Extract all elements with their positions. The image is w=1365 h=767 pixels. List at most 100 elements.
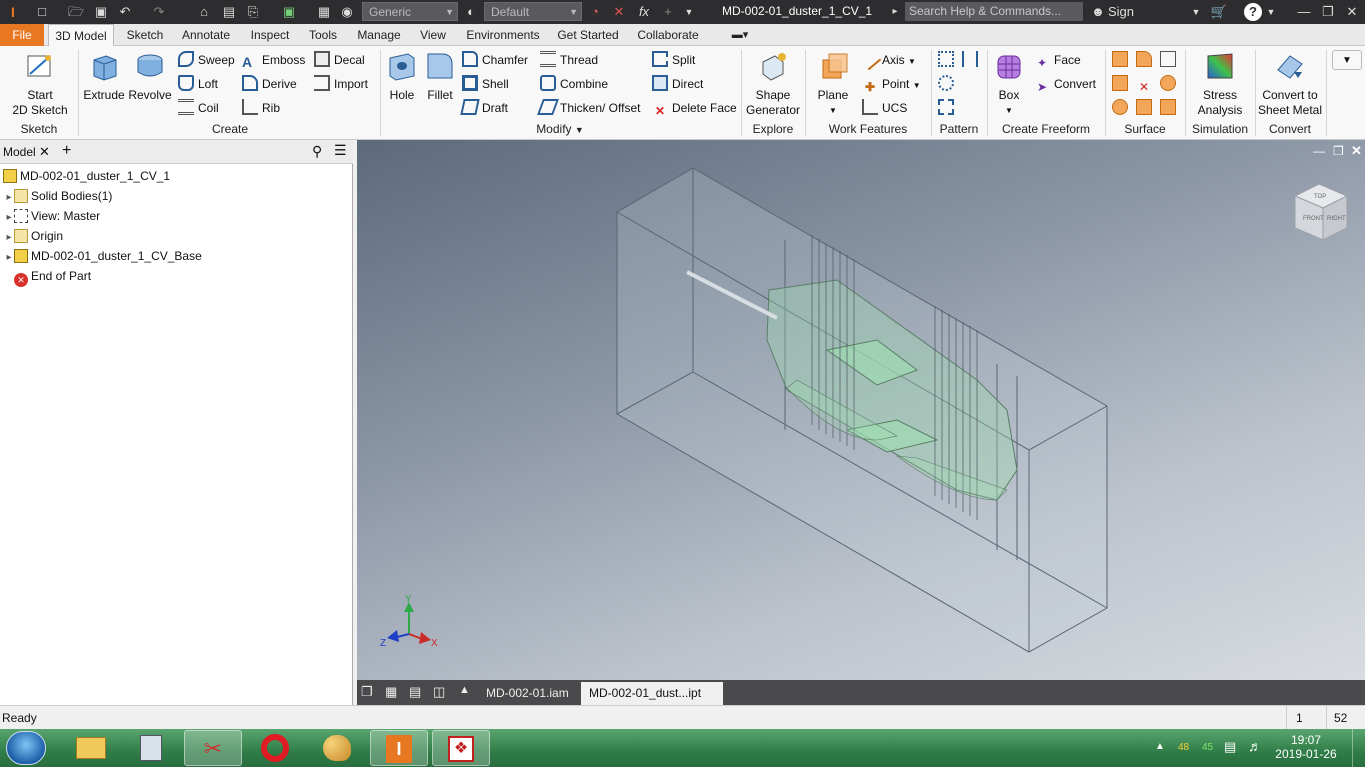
add-tab-icon[interactable]: + (62, 142, 71, 160)
start-button[interactable] (6, 731, 46, 765)
thread-button[interactable]: Thread (540, 50, 598, 70)
taskbar-calculator[interactable] (122, 730, 180, 766)
sketch-pattern-button[interactable] (938, 98, 958, 118)
tab-3d-model[interactable]: 3D Model (48, 24, 114, 47)
app-logo-icon[interactable]: I (2, 3, 24, 21)
cascade-windows-icon[interactable]: ❐ (361, 684, 373, 700)
coil-button[interactable]: Coil (178, 98, 219, 118)
tab-inspect[interactable]: Inspect (243, 24, 297, 46)
shape-generator-button[interactable]: Shape Generator (744, 50, 802, 118)
expand-arrow-icon[interactable]: ▸ (4, 208, 14, 228)
tree-item-origin[interactable]: ▸ Origin (4, 226, 63, 246)
save-icon[interactable]: ▣ (92, 3, 110, 21)
thicken-offset-button[interactable]: Thicken/ Offset (537, 98, 640, 118)
stress-analysis-button[interactable]: Stress Analysis (1188, 50, 1252, 118)
material-dropdown[interactable]: Generic ▼ (362, 2, 458, 21)
tab-tools[interactable]: Tools (302, 24, 344, 46)
parameters-fx-icon[interactable]: fx (634, 3, 654, 21)
tile-windows-icon[interactable]: ▦ (385, 684, 397, 700)
axis-button[interactable]: Axis ▼ (858, 47, 916, 71)
tree-item-base-part[interactable]: ▸ MD-002-01_duster_1_CV_Base (4, 246, 202, 266)
model-view[interactable]: FRONT RIGHT TOP Y X Z (357, 140, 1365, 680)
chevron-right-icon[interactable]: ▸ (890, 3, 900, 21)
direct-button[interactable]: Direct (652, 74, 703, 94)
surface-stitch-button[interactable] (1112, 50, 1132, 70)
panel-title-modify[interactable]: Modify ▼ (380, 122, 740, 136)
clock[interactable]: 19:07 2019-01-26 (1274, 733, 1338, 761)
undo-icon[interactable]: ↶ (116, 3, 134, 21)
taskbar-opera[interactable] (246, 730, 304, 766)
sweep-button[interactable]: Sweep (178, 50, 235, 70)
open-documents-menu-icon[interactable]: ▲ (459, 684, 470, 696)
viewport-minimize-icon[interactable]: — (1313, 144, 1325, 158)
freeform-face-button[interactable]: ✦ Face (1034, 50, 1081, 70)
combine-button[interactable]: Combine (540, 74, 608, 94)
show-desktop-button[interactable] (1352, 729, 1365, 767)
open-folder-icon[interactable]: 🗁 (66, 3, 86, 21)
network-icon[interactable]: ▤ (1224, 739, 1236, 755)
close-icon[interactable]: ✕ (39, 144, 50, 160)
clear-appearance-icon[interactable]: ✕ (610, 3, 628, 21)
tab-manage[interactable]: Manage (350, 24, 408, 46)
split-button[interactable]: Split (652, 50, 695, 70)
rectangular-pattern-button[interactable] (938, 50, 958, 70)
surface-fit-button[interactable] (1160, 98, 1180, 118)
add-icon[interactable]: + (660, 3, 676, 21)
tree-item-end-of-part[interactable]: ✕ End of Part (4, 266, 91, 287)
tab-file[interactable]: File (0, 24, 44, 46)
tree-item-solid-bodies[interactable]: ▸ Solid Bodies(1) (4, 186, 112, 206)
chevron-down-icon[interactable]: ▼ (1190, 3, 1202, 21)
surface-repair-button[interactable] (1136, 98, 1156, 118)
redo-icon[interactable]: ↷ (150, 3, 168, 21)
expand-arrow-icon[interactable]: ▸ (4, 228, 14, 248)
taskbar-snipping[interactable]: ✂ (184, 730, 242, 766)
surface-ruled-button[interactable] (1112, 98, 1132, 118)
tab-environments[interactable]: Environments (458, 24, 548, 46)
viewport-close-icon[interactable]: ✕ (1351, 143, 1362, 159)
doc-tab-assembly[interactable]: MD-002-01.iam (478, 682, 577, 705)
graphics-viewport[interactable]: FRONT RIGHT TOP Y X Z — ❐ ✕ (357, 140, 1365, 680)
revolve-button[interactable]: Revolve (127, 50, 173, 103)
fillet-button[interactable]: Fillet (422, 50, 458, 103)
tab-view[interactable]: View (414, 24, 452, 46)
tab-annotate[interactable]: Annotate (175, 24, 237, 46)
mirror-button[interactable] (962, 50, 982, 70)
circular-pattern-button[interactable] (938, 74, 958, 94)
taskbar-inventor[interactable]: I (370, 730, 428, 766)
print-icon[interactable]: ⎘ (244, 3, 262, 21)
surface-trim-button[interactable] (1112, 74, 1132, 94)
properties-icon[interactable]: ▤ (220, 3, 238, 21)
search-input[interactable]: Search Help & Commands... (905, 2, 1083, 21)
surface-delete-button[interactable]: ✕ (1136, 74, 1156, 94)
surface-extend-button[interactable] (1160, 74, 1180, 94)
arrange-vertical-icon[interactable]: ◫ (433, 684, 445, 700)
start-2d-sketch-button[interactable]: Start 2D Sketch (6, 50, 74, 118)
color-wheel-icon[interactable]: ◐ (462, 3, 480, 21)
search-icon[interactable]: ⚲ (312, 143, 322, 160)
tab-sketch[interactable]: Sketch (118, 24, 172, 46)
select-icon[interactable]: ▦ (315, 3, 333, 21)
point-button[interactable]: ✚ Point ▼ (862, 74, 921, 94)
chevron-down-icon[interactable]: ▼ (1266, 3, 1276, 21)
expand-arrow-icon[interactable]: ▸ (4, 188, 14, 208)
sign-in-link[interactable]: Sign In (1108, 3, 1148, 37)
taskbar-paint[interactable] (308, 730, 366, 766)
derive-button[interactable]: Derive (242, 74, 297, 94)
cart-icon[interactable]: 🛒 (1210, 3, 1228, 21)
arrange-horizontal-icon[interactable]: ▤ (409, 684, 421, 700)
customize-dropdown-icon[interactable]: ▼ (682, 3, 696, 21)
import-button[interactable]: Import (314, 74, 368, 94)
shell-button[interactable]: Shell (462, 74, 509, 94)
new-file-icon[interactable]: □ (32, 3, 52, 21)
freeform-box-button[interactable]: Box ▼ (990, 50, 1028, 118)
ribbon-options-icon[interactable]: ▬▾ (726, 24, 754, 46)
surface-sculpt-button[interactable] (1160, 50, 1180, 70)
loft-button[interactable]: Loft (178, 74, 218, 94)
chamfer-button[interactable]: Chamfer (462, 50, 528, 70)
convert-to-sheet-metal-button[interactable]: Convert to Sheet Metal (1257, 50, 1323, 118)
browser-tab-model[interactable]: Model (3, 145, 36, 159)
draft-button[interactable]: Draft (460, 98, 508, 118)
tray-expand-icon[interactable]: ▲ (1155, 741, 1165, 752)
surface-patch-button[interactable] (1136, 50, 1156, 70)
ribbon-expand-button[interactable]: ▼ (1332, 50, 1362, 70)
